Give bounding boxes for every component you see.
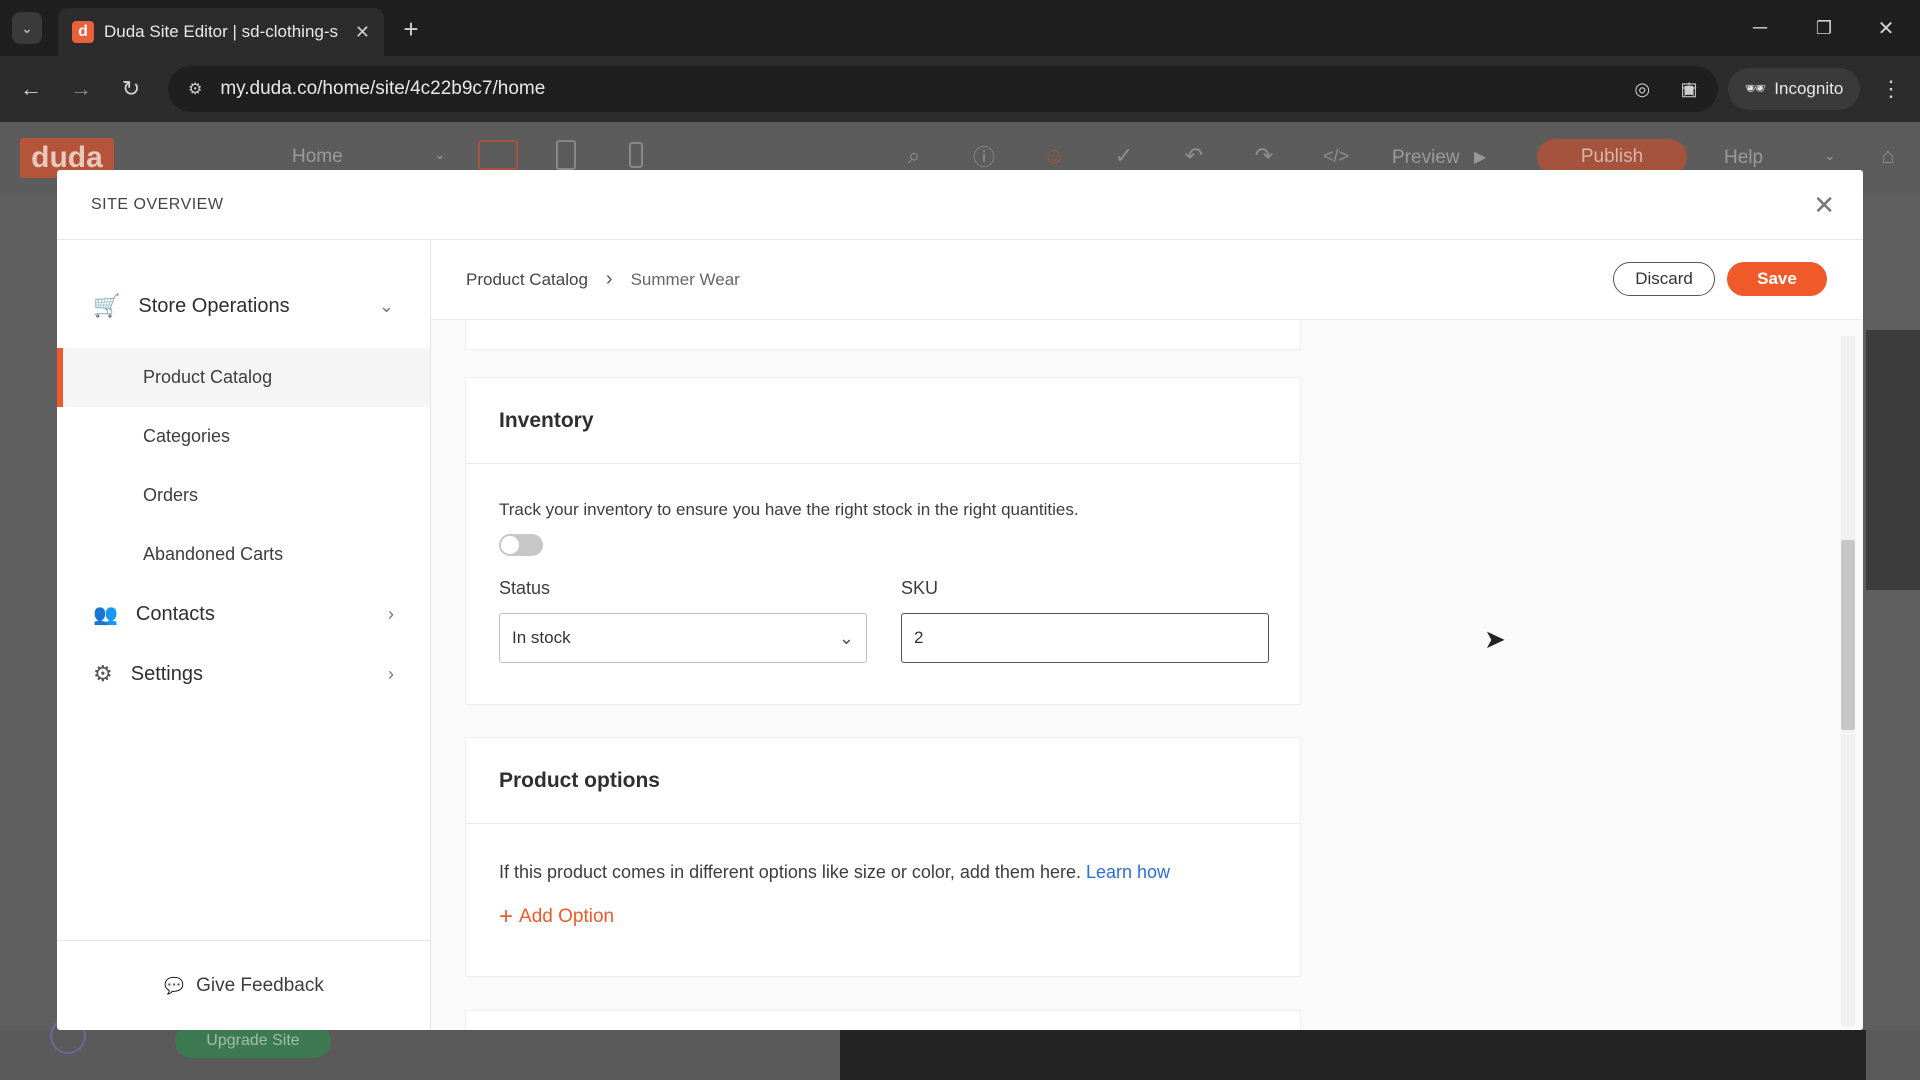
sidebar-settings[interactable]: ⚙ Settings › [57, 644, 430, 704]
tab-search-icon[interactable]: ⌄ [12, 12, 42, 44]
give-feedback-label: Give Feedback [196, 974, 324, 996]
add-option-button[interactable]: + Add Option [499, 903, 1300, 931]
next-card-top [465, 1010, 1301, 1030]
page-select-chevron-icon: ⌄ [434, 146, 446, 162]
redo-icon[interactable]: ↷ [1248, 140, 1280, 172]
sidebar-item-label: Categories [143, 426, 231, 446]
back-icon[interactable]: ← [14, 74, 48, 104]
window-close-icon[interactable]: ✕ [1866, 12, 1906, 44]
sku-label: SKU [901, 578, 939, 598]
chevron-down-icon: ⌄ [378, 295, 394, 316]
tab-close-icon[interactable]: ✕ [355, 22, 370, 43]
breadcrumb-current: Summer Wear [630, 269, 740, 289]
sidebar-contacts-label: Contacts [135, 602, 215, 625]
product-options-description: If this product comes in different optio… [466, 862, 1300, 883]
help-chevron-icon: ⌄ [1824, 147, 1836, 163]
sidebar-store-operations-label: Store Operations [138, 294, 290, 317]
new-tab-icon[interactable]: + [396, 14, 426, 44]
cart-icon: 🛒 [93, 293, 121, 318]
modal-title: SITE OVERVIEW [91, 195, 224, 213]
mouse-cursor-icon: ➤ [1484, 624, 1506, 654]
sidebar-item-abandoned-carts[interactable]: Abandoned Carts [57, 525, 430, 584]
modal-close-icon[interactable]: ✕ [1813, 190, 1835, 221]
breadcrumb: Product Catalog › Summer Wear Discard Sa… [431, 240, 1863, 320]
modal-sidebar: 🛒 Store Operations ⌄ Product Catalog Cat… [57, 240, 431, 1030]
url-bar[interactable]: ⚙ my.duda.co/home/site/4c22b9c7/home ◎ ☆ [168, 66, 1718, 112]
site-preview-image [840, 1030, 1866, 1080]
incognito-icon: 🕶 [1744, 79, 1767, 98]
previous-card-bottom [465, 320, 1301, 350]
preview-button[interactable]: Preview [1392, 147, 1460, 169]
site-overview-modal: SITE OVERVIEW ✕ 🛒 Store Operations ⌄ Pro… [57, 170, 1863, 1030]
minimize-icon[interactable]: ─ [1740, 12, 1780, 44]
inventory-description: Track your inventory to ensure you have … [499, 500, 1079, 519]
sidebar-store-operations[interactable]: 🛒 Store Operations ⌄ [57, 276, 430, 336]
breadcrumb-parent[interactable]: Product Catalog [466, 270, 588, 290]
sidebar-item-label: Orders [143, 485, 199, 505]
modal-main: Product Catalog › Summer Wear Discard Sa… [431, 240, 1863, 1030]
search-icon[interactable]: ⌕ [898, 140, 930, 172]
modal-header: SITE OVERVIEW [57, 170, 1863, 240]
check-icon[interactable]: ✓ [1108, 140, 1140, 172]
save-button[interactable]: Save [1727, 262, 1827, 296]
browser-menu-icon[interactable]: ⋮ [1876, 74, 1906, 104]
incognito-badge[interactable]: 🕶 Incognito [1728, 68, 1860, 110]
sidebar-item-categories[interactable]: Categories [57, 407, 430, 466]
mobile-view-icon[interactable] [629, 142, 643, 168]
status-value: In stock [512, 628, 571, 647]
plus-icon: + [499, 903, 514, 930]
status-select[interactable]: In stock ⌄ [499, 613, 867, 663]
help-button[interactable]: Help [1724, 147, 1763, 169]
info-icon[interactable]: ⓘ [968, 140, 1000, 172]
forward-icon[interactable]: → [64, 74, 98, 104]
sidebar-contacts[interactable]: 👥 Contacts › [57, 584, 430, 644]
product-options-title: Product options [466, 738, 1300, 824]
sidebar-item-label: Product Catalog [143, 367, 273, 387]
inventory-title: Inventory [466, 378, 1300, 464]
url-text: my.duda.co/home/site/4c22b9c7/home [220, 78, 546, 99]
sidebar-item-orders[interactable]: Orders [57, 466, 430, 525]
code-icon[interactable]: </> [1318, 140, 1354, 172]
sku-value: 2 [914, 628, 924, 647]
product-options-card: Product options If this product comes in… [465, 737, 1301, 977]
feedback-icon: 💬 [164, 977, 185, 995]
editor-right-panel [1866, 330, 1920, 590]
preview-play-icon: ▶ [1474, 149, 1487, 166]
learn-how-link[interactable]: Learn how [1086, 862, 1170, 882]
side-panel-icon[interactable]: ▣ [1672, 74, 1706, 104]
give-feedback-button[interactable]: 💬 Give Feedback [57, 940, 431, 1030]
undo-icon[interactable]: ↶ [1178, 140, 1210, 172]
home-icon[interactable]: ⌂ [1872, 140, 1904, 172]
sidebar-settings-label: Settings [130, 662, 203, 685]
reload-icon[interactable]: ↻ [114, 74, 148, 104]
sku-input[interactable]: 2 [901, 613, 1269, 663]
add-option-label: Add Option [519, 906, 615, 927]
tab-title: Duda Site Editor | sd-clothing-s [104, 22, 339, 41]
eye-off-icon[interactable]: ◎ [1634, 79, 1650, 100]
chevron-right-icon: › [388, 663, 394, 684]
chevron-down-icon: ⌄ [838, 627, 854, 648]
contacts-icon: 👥 [93, 603, 118, 626]
content-scrollbar-thumb[interactable] [1841, 540, 1855, 730]
gear-icon: ⚙ [93, 661, 113, 686]
track-inventory-toggle[interactable] [499, 534, 543, 556]
incognito-label: Incognito [1774, 79, 1844, 98]
desktop-view-icon[interactable] [478, 140, 518, 170]
site-info-icon[interactable]: ⚙ [188, 79, 202, 99]
comments-icon[interactable]: ☺ [1038, 140, 1070, 172]
page-select[interactable]: Home [292, 146, 343, 168]
status-label: Status [499, 578, 551, 598]
breadcrumb-chevron-icon: › [605, 268, 613, 290]
sidebar-item-label: Abandoned Carts [143, 544, 284, 564]
restore-icon[interactable]: ❐ [1804, 12, 1844, 44]
chevron-right-icon: › [388, 603, 394, 624]
product-options-text: If this product comes in different optio… [499, 862, 1081, 882]
inventory-card: Inventory Track your inventory to ensure… [465, 377, 1301, 705]
duda-favicon-icon: d [72, 21, 94, 43]
sidebar-item-product-catalog[interactable]: Product Catalog [57, 348, 430, 407]
discard-button[interactable]: Discard [1613, 262, 1715, 296]
tablet-view-icon[interactable] [556, 140, 576, 170]
browser-tab[interactable]: d Duda Site Editor | sd-clothing-s ✕ [58, 8, 384, 56]
